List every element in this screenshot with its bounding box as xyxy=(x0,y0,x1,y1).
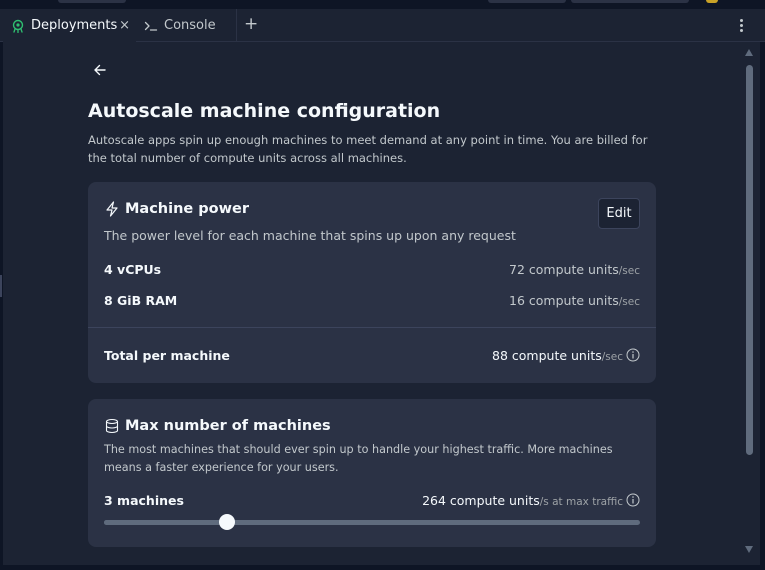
right-edge xyxy=(760,42,765,570)
add-tab-button[interactable]: + xyxy=(244,14,258,34)
total-label: Total per machine xyxy=(104,348,230,363)
lightning-icon xyxy=(104,201,120,217)
scrollbar-thumb[interactable] xyxy=(746,65,753,455)
machines-slider[interactable] xyxy=(104,514,640,530)
scroll-down-arrow[interactable] xyxy=(745,546,753,553)
value-text: 88 compute units xyxy=(492,348,602,363)
machine-count: 3 machines xyxy=(104,493,184,508)
value-text: 16 compute units xyxy=(509,293,619,308)
info-icon[interactable] xyxy=(626,493,640,507)
spec-value: 72 compute units/sec xyxy=(509,262,640,277)
top-button-ghost xyxy=(488,0,566,3)
tab-label: Deployments xyxy=(31,18,118,33)
left-gutter xyxy=(0,42,3,570)
database-icon xyxy=(104,418,120,434)
card-subtitle: The power level for each machine that sp… xyxy=(104,228,516,243)
page-description: Autoscale apps spin up enough machines t… xyxy=(88,133,648,165)
value-text: 72 compute units xyxy=(509,262,619,277)
total-value: 88 compute units/sec xyxy=(492,348,640,363)
max-traffic-value: 264 compute units/s at max traffic xyxy=(422,493,640,508)
page-title: Autoscale machine configuration xyxy=(88,100,441,122)
tab-console[interactable]: Console xyxy=(136,9,236,42)
max-machines-card: Max number of machines The most machines… xyxy=(88,399,656,547)
unit-text: /sec xyxy=(618,265,640,277)
tab-label: Console xyxy=(164,18,216,33)
card-title: Machine power xyxy=(125,201,250,217)
bottom-edge xyxy=(0,565,765,570)
edit-button[interactable]: Edit xyxy=(598,198,640,229)
slider-fill xyxy=(104,520,227,525)
top-button-ghost xyxy=(571,0,689,3)
tab-bar: Deployments × Console xyxy=(0,9,765,42)
tab-deployments[interactable]: Deployments × xyxy=(3,9,136,42)
unit-text: /sec xyxy=(618,296,640,308)
divider xyxy=(88,327,656,328)
card-header: Machine power xyxy=(104,201,249,217)
back-arrow-icon[interactable] xyxy=(92,62,108,78)
spec-label: 4 vCPUs xyxy=(104,262,162,277)
scroll-up-arrow[interactable] xyxy=(745,49,753,56)
slider-thumb[interactable] xyxy=(219,514,235,530)
unit-text: /s at max traffic xyxy=(539,496,623,508)
close-icon[interactable]: × xyxy=(119,18,130,33)
top-strip xyxy=(0,0,765,9)
top-button-ghost xyxy=(58,0,126,3)
value-text: 264 compute units xyxy=(422,493,540,508)
more-options-icon[interactable] xyxy=(735,14,747,36)
top-button-ghost xyxy=(706,0,718,3)
info-icon[interactable] xyxy=(626,348,640,362)
spec-value: 16 compute units/sec xyxy=(509,293,640,308)
card-header: Max number of machines xyxy=(104,418,331,434)
spec-label: 8 GiB RAM xyxy=(104,293,178,308)
panel-resize-handle[interactable] xyxy=(0,275,2,297)
unit-text: /sec xyxy=(601,351,623,363)
tab-divider xyxy=(236,9,237,42)
machine-power-card: Machine power The power level for each m… xyxy=(88,182,656,383)
console-icon xyxy=(144,19,158,33)
deployments-icon xyxy=(11,19,25,33)
card-title: Max number of machines xyxy=(125,418,331,434)
card-subtitle: The most machines that should ever spin … xyxy=(104,443,613,474)
